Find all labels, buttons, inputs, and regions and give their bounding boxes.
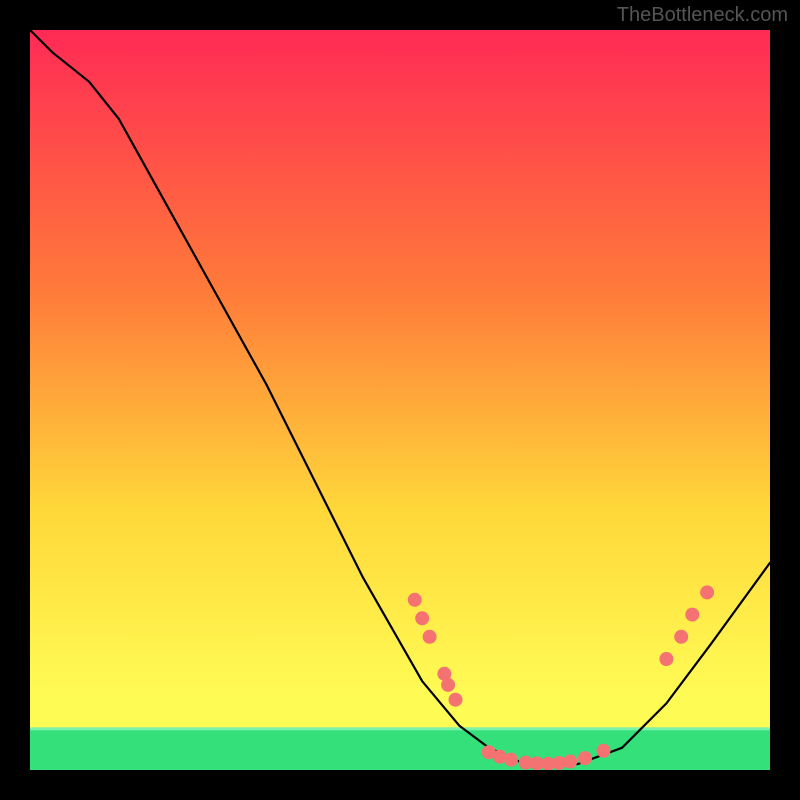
- chart-container: TheBottleneck.com: [0, 0, 800, 800]
- data-point: [597, 744, 611, 758]
- data-point: [563, 754, 577, 768]
- data-point: [415, 611, 429, 625]
- data-point: [578, 751, 592, 765]
- data-point: [659, 652, 673, 666]
- gradient-background: [30, 30, 770, 770]
- data-point: [504, 753, 518, 767]
- data-point: [441, 678, 455, 692]
- data-point: [700, 585, 714, 599]
- green-band-highlight: [30, 727, 770, 730]
- data-point: [423, 630, 437, 644]
- data-point: [449, 693, 463, 707]
- plot-area: [30, 30, 770, 770]
- green-band: [30, 729, 770, 770]
- watermark-text: TheBottleneck.com: [617, 4, 788, 27]
- data-point: [408, 593, 422, 607]
- data-point: [685, 608, 699, 622]
- data-point: [674, 630, 688, 644]
- chart-svg: [30, 30, 770, 770]
